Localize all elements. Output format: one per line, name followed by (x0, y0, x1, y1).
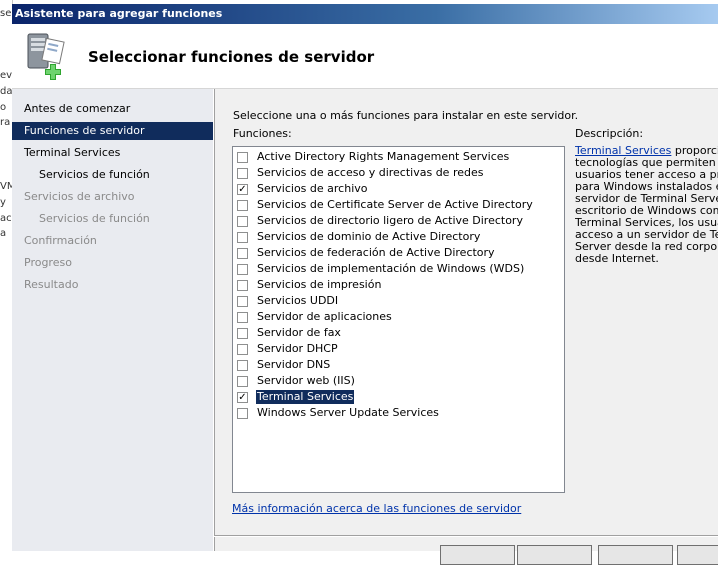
role-checkbox[interactable] (237, 375, 248, 387)
role-label: Terminal Services (256, 390, 355, 404)
sidebar-item-terminal-services[interactable]: Terminal Services (12, 144, 213, 162)
background-text: se (0, 8, 12, 19)
role-item-ad-ds[interactable]: Servicios de dominio de Active Directory (237, 229, 562, 245)
role-label: Servicios de dominio de Active Directory (257, 230, 481, 243)
background-text: ra (0, 117, 11, 128)
role-item-uddi[interactable]: Servicios UDDI (237, 293, 562, 309)
role-checkbox[interactable] (237, 167, 248, 179)
background-text: ev (0, 70, 13, 81)
instruction-text: Seleccione una o más funciones para inst… (233, 109, 579, 122)
wizard-sidebar: Antes de comenzar Funciones de servidor … (12, 89, 213, 551)
role-checkbox[interactable] (237, 311, 248, 323)
background-text: da (0, 86, 13, 97)
role-item-ad-lds[interactable]: Servicios de directorio ligero de Active… (237, 213, 562, 229)
role-label: Servicios de directorio ligero de Active… (257, 214, 523, 227)
footer-divider (214, 535, 718, 537)
role-checkbox[interactable] (237, 263, 248, 275)
sidebar-item-antes-de-comenzar[interactable]: Antes de comenzar (12, 100, 213, 118)
role-item-file-services[interactable]: ✓ Servicios de archivo (237, 181, 562, 197)
role-item-dhcp[interactable]: Servidor DHCP (237, 341, 562, 357)
role-item-app-server[interactable]: Servidor de aplicaciones (237, 309, 562, 325)
role-checkbox[interactable] (237, 407, 248, 419)
role-item-ad-fs[interactable]: Servicios de federación de Active Direct… (237, 245, 562, 261)
role-label: Servidor DNS (257, 358, 331, 371)
role-label: Servicios de implementación de Windows (… (257, 262, 525, 275)
role-label: Servidor web (IIS) (257, 374, 355, 387)
sidebar-item-resultado: Resultado (24, 278, 79, 291)
roles-label: Funciones: (233, 127, 292, 140)
role-item-wsus[interactable]: Windows Server Update Services (237, 405, 562, 421)
role-item-wds[interactable]: Servicios de implementación de Windows (… (237, 261, 562, 277)
background-text: a (0, 228, 7, 239)
role-label: Servicios UDDI (257, 294, 339, 307)
role-label: Servidor de aplicaciones (257, 310, 392, 323)
role-item-nps[interactable]: Servicios de acceso y directivas de rede… (237, 165, 562, 181)
sidebar-item-servicios-de-funcion[interactable]: Servicios de función (12, 166, 213, 184)
role-checkbox[interactable] (237, 295, 248, 307)
role-checkbox[interactable] (237, 327, 248, 339)
role-item-print-services[interactable]: Servicios de impresión (237, 277, 562, 293)
role-item-fax-server[interactable]: Servidor de fax (237, 325, 562, 341)
background-text: y (0, 197, 6, 208)
role-label: Servicios de acceso y directivas de rede… (257, 166, 484, 179)
role-checkbox-checked[interactable]: ✓ (237, 183, 248, 195)
sidebar-item-funciones-de-servidor[interactable]: Funciones de servidor (12, 122, 213, 140)
role-label: Active Directory Rights Management Servi… (257, 150, 510, 163)
wizard-content: Seleccione una o más funciones para inst… (214, 89, 718, 551)
sidebar-item-progreso: Progreso (24, 256, 72, 269)
role-item-ad-cs[interactable]: Servicios de Certificate Server de Activ… (237, 197, 562, 213)
install-button[interactable] (598, 545, 673, 565)
description-text: Terminal Services proporcion tecnologías… (575, 145, 718, 265)
role-label: Servicios de impresión (257, 278, 382, 291)
role-label: Servicios de federación de Active Direct… (257, 246, 495, 259)
wizard-header: Seleccionar funciones de servidor (12, 24, 718, 89)
role-checkbox[interactable] (237, 215, 248, 227)
role-item-iis[interactable]: Servidor web (IIS) (237, 373, 562, 389)
role-checkbox[interactable] (237, 247, 248, 259)
role-checkbox[interactable] (237, 343, 248, 355)
role-checkbox[interactable] (237, 231, 248, 243)
cancel-button[interactable] (677, 545, 718, 565)
more-info-link[interactable]: Más información acerca de las funciones … (232, 502, 521, 515)
role-item-ad-rms[interactable]: Active Directory Rights Management Servi… (237, 149, 562, 165)
sidebar-item-confirmacion: Confirmación (24, 234, 97, 247)
description-title: Descripción: (575, 127, 644, 140)
role-label: Servidor DHCP (257, 342, 338, 355)
window-title: Asistente para agregar funciones (15, 7, 223, 20)
previous-button[interactable] (440, 545, 515, 565)
background-text: ac (0, 213, 12, 224)
window-titlebar[interactable]: Asistente para agregar funciones (12, 4, 718, 24)
roles-list[interactable]: Active Directory Rights Management Servi… (232, 146, 565, 493)
role-checkbox[interactable] (237, 199, 248, 211)
role-checkbox[interactable] (237, 359, 248, 371)
role-label: Servidor de fax (257, 326, 341, 339)
role-item-dns[interactable]: Servidor DNS (237, 357, 562, 373)
sidebar-item-servicios-de-funcion-archivo: Servicios de función (39, 212, 150, 225)
background-text: o (0, 102, 7, 113)
page-title: Seleccionar funciones de servidor (88, 48, 375, 66)
role-label: Servicios de Certificate Server de Activ… (257, 198, 533, 211)
next-button[interactable] (517, 545, 592, 565)
sidebar-item-servicios-de-archivo: Servicios de archivo (24, 190, 135, 203)
role-checkbox-checked[interactable]: ✓ (237, 391, 248, 403)
role-label: Servicios de archivo (257, 182, 368, 195)
server-add-icon (27, 33, 65, 80)
role-checkbox[interactable] (237, 151, 248, 163)
description-line: desde Internet. (575, 252, 659, 265)
role-item-terminal-services[interactable]: ✓ Terminal Services (237, 389, 562, 405)
role-checkbox[interactable] (237, 279, 248, 291)
role-label: Windows Server Update Services (257, 406, 439, 419)
